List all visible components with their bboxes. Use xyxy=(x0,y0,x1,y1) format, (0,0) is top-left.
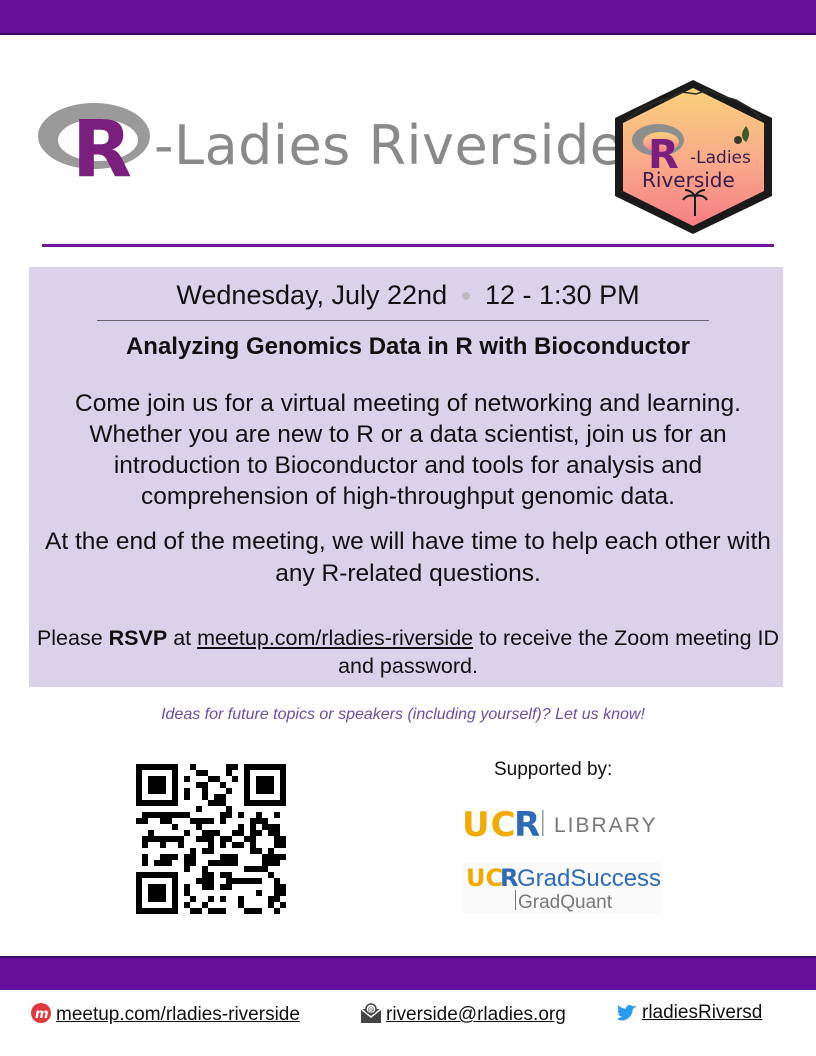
envelope-icon: @ xyxy=(360,1002,382,1030)
footer-twitter: rladiesRiversd xyxy=(615,1002,762,1028)
event-closing-note: At the end of the meeting, we will have … xyxy=(45,528,771,587)
rsvp-prefix: Please xyxy=(36,626,109,650)
rsvp-at: at xyxy=(167,626,198,650)
gradsuccess-text: GradSuccess xyxy=(517,865,661,892)
top-banner xyxy=(0,0,816,33)
rladies-wordmark-logo: R -Ladies Riverside xyxy=(36,98,623,188)
svg-text:UC: UC xyxy=(462,805,517,842)
ideas-callout: Ideas for future topics or speakers (inc… xyxy=(161,706,645,723)
r-logo-letter: R xyxy=(72,105,132,188)
footer-email: @ riverside@rladies.org xyxy=(360,1002,566,1030)
ucr-gradsuccess-gradquant-logo[interactable]: UC R GradSuccess GradQuant xyxy=(462,862,662,914)
event-description: Come join us for a virtual meeting of ne… xyxy=(75,390,741,510)
ucr-library-logo[interactable]: UC R LIBRARY xyxy=(462,802,662,842)
ucr-library-r: R xyxy=(514,805,540,842)
footer-twitter-link[interactable]: rladiesRiversd xyxy=(642,1002,762,1023)
gradquant-text: GradQuant xyxy=(518,892,613,913)
hex-logo-text-ladies: -Ladies xyxy=(690,148,751,168)
twitter-bird-icon xyxy=(615,1004,638,1028)
footer-meetup-link[interactable]: meetup.com/rladies-riverside xyxy=(56,1004,300,1025)
rsvp-instructions: Please RSVP at meetup.com/rladies-rivers… xyxy=(36,624,780,680)
meetup-icon: m xyxy=(30,1002,52,1030)
svg-text:@: @ xyxy=(368,1006,375,1014)
r-logo-icon: R xyxy=(38,103,150,188)
footer-email-link[interactable]: riverside@rladies.org xyxy=(386,1004,566,1025)
qr-code[interactable] xyxy=(136,764,286,914)
footer-meetup: m meetup.com/rladies-riverside xyxy=(30,1002,300,1030)
hex-logo-text-riverside: Riverside xyxy=(642,168,735,192)
event-datetime: Wednesday, July 22nd ● 12 - 1:30 PM xyxy=(0,280,816,311)
top-banner-edge xyxy=(0,33,816,35)
bullet-separator-icon: ● xyxy=(460,285,472,305)
datetime-divider xyxy=(97,320,709,321)
svg-text:m: m xyxy=(35,1007,49,1022)
svg-text:R: R xyxy=(500,864,518,892)
wordmark-text: -Ladies Riverside xyxy=(154,114,624,177)
header-divider xyxy=(42,244,774,247)
event-date: Wednesday, July 22nd xyxy=(176,280,448,310)
svg-text:UC: UC xyxy=(466,864,503,892)
sponsors-heading: Supported by: xyxy=(494,759,613,780)
rsvp-bold: RSVP xyxy=(108,626,168,650)
ucr-library-name: LIBRARY xyxy=(554,814,658,837)
event-title: Analyzing Genomics Data in R with Biocon… xyxy=(125,333,691,360)
event-time: 12 - 1:30 PM xyxy=(485,280,640,310)
bottom-banner xyxy=(0,958,816,990)
rsvp-meetup-link[interactable]: meetup.com/rladies-riverside xyxy=(197,626,473,650)
